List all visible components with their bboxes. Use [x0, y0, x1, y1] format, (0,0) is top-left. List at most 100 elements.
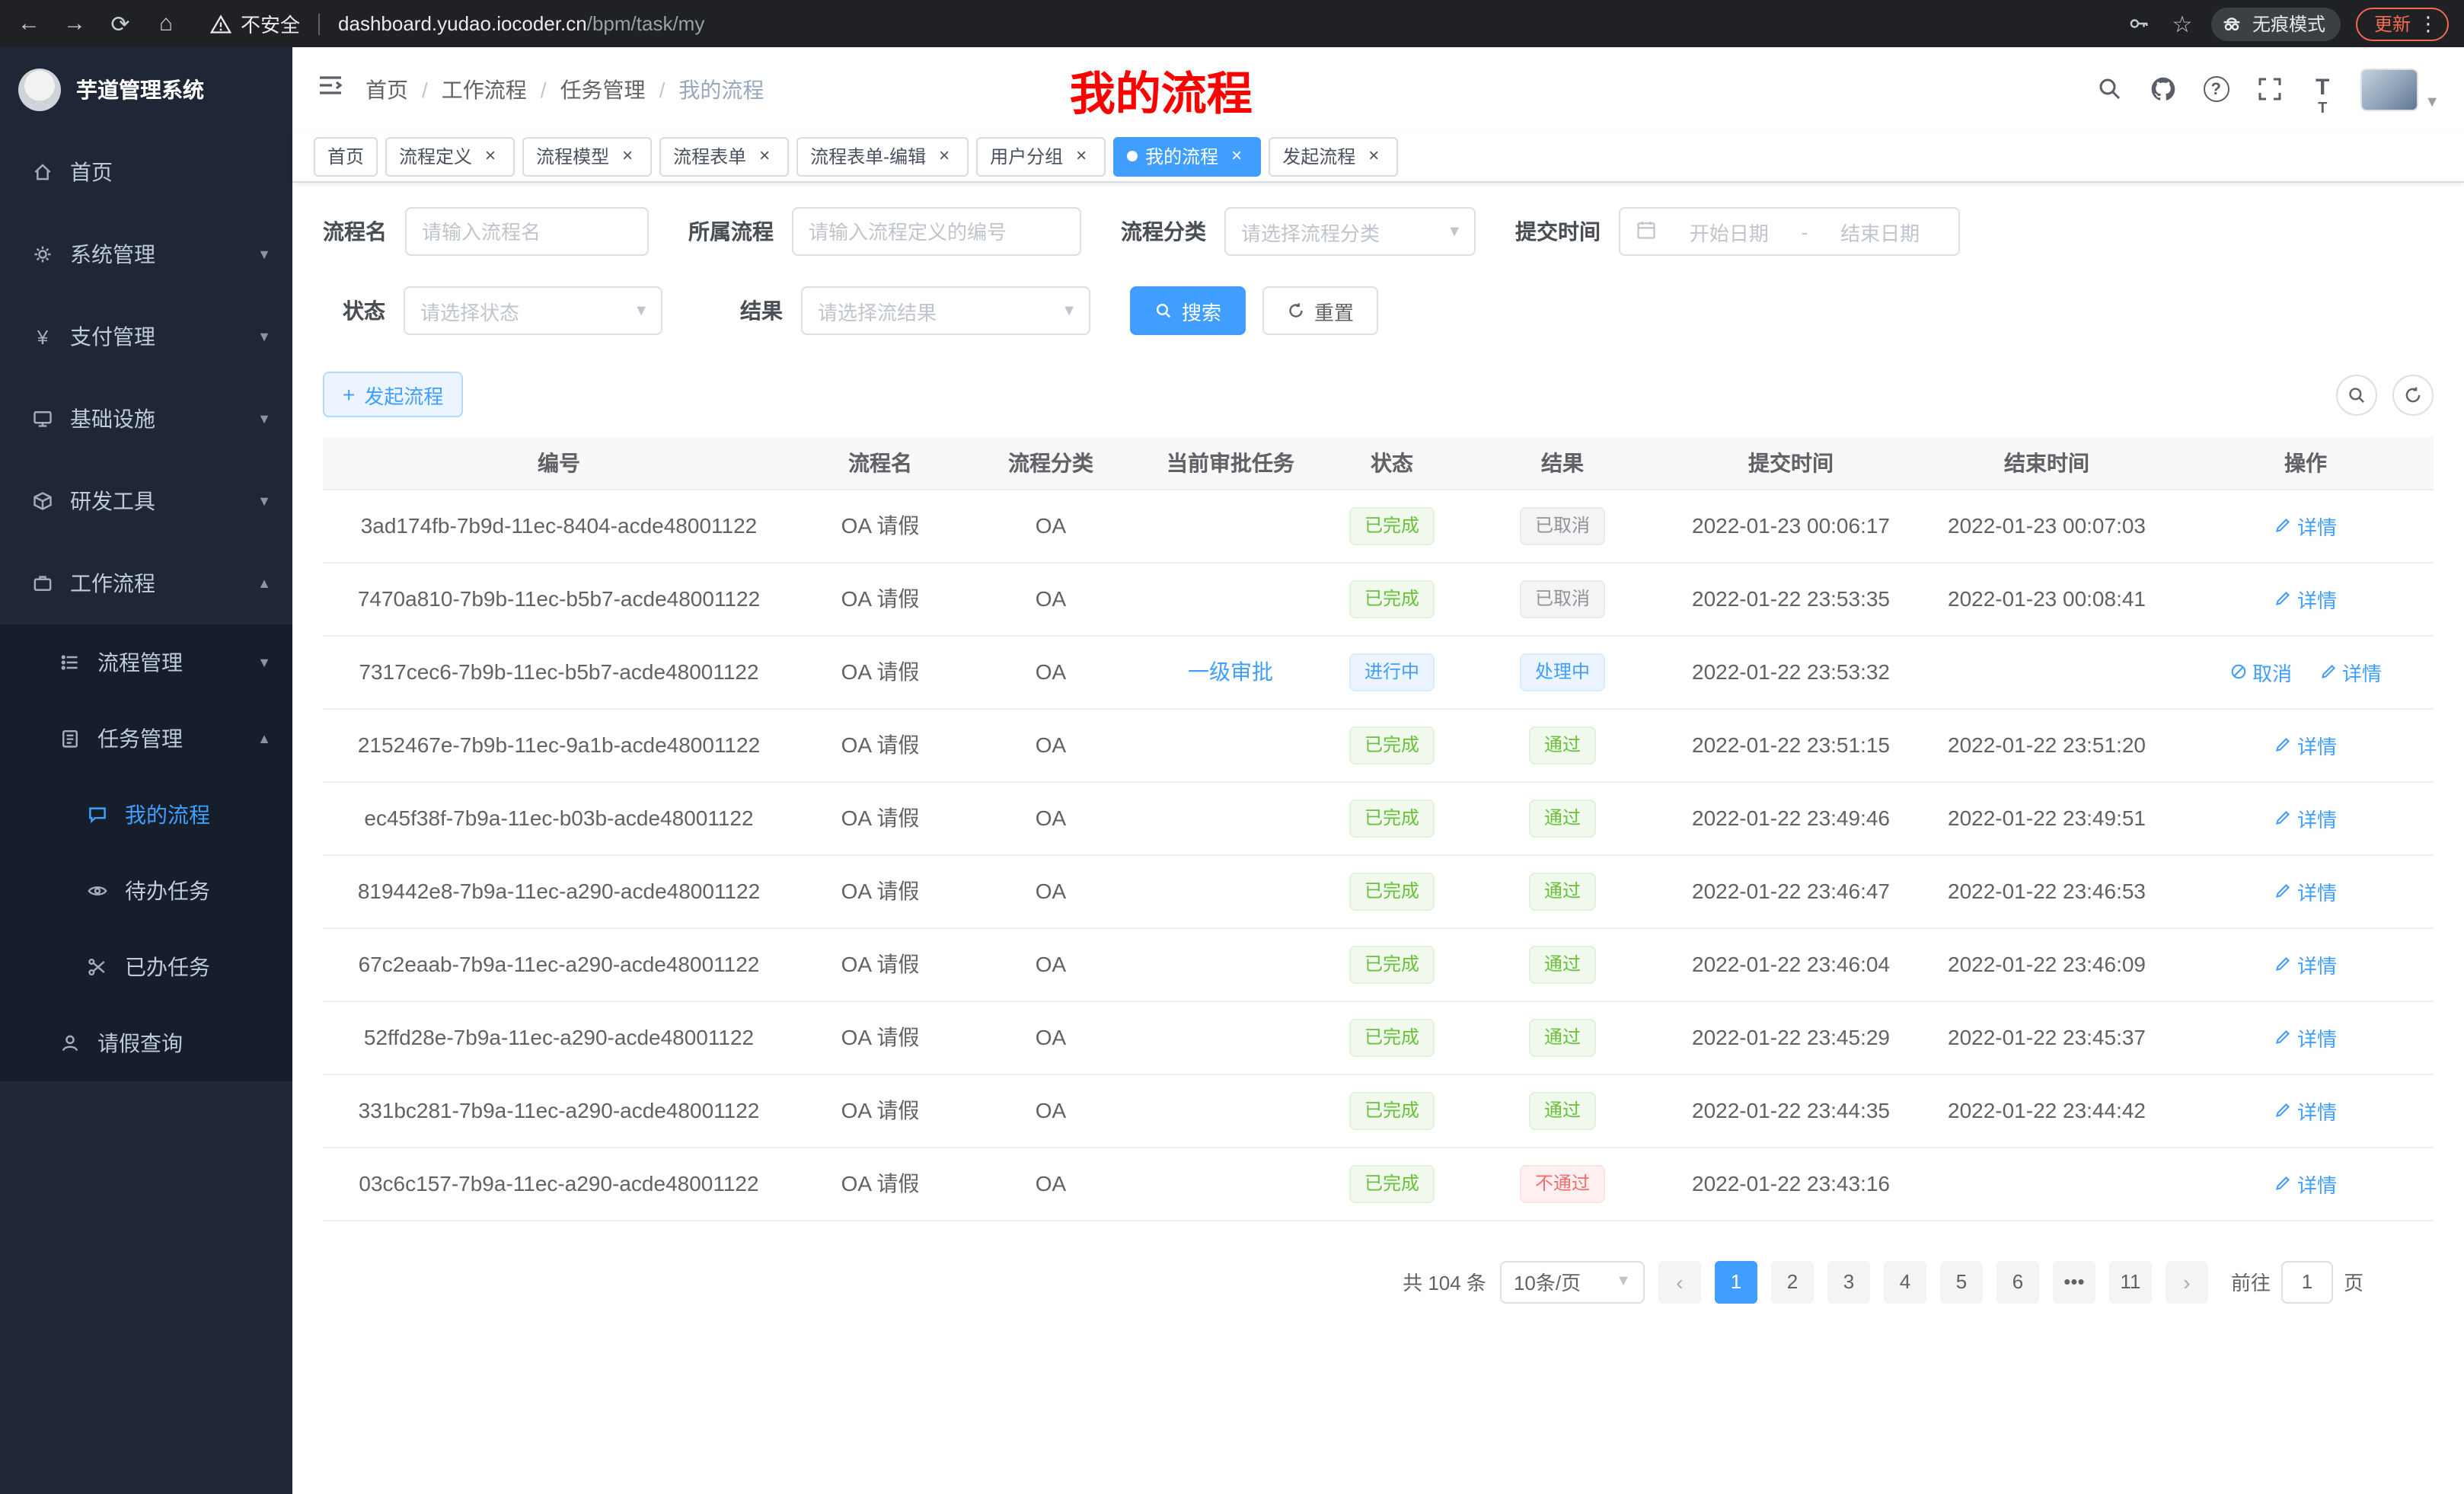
page-button-11[interactable]: 11 [2109, 1260, 2152, 1303]
detail-link[interactable]: 详情 [2274, 1096, 2337, 1125]
result-select[interactable]: 请选择流结果 ▼ [801, 286, 1090, 335]
page-ellipsis[interactable]: ••• [2053, 1260, 2095, 1303]
home-icon[interactable]: ⌂ [152, 10, 180, 37]
close-icon[interactable]: × [1363, 145, 1384, 167]
reload-icon[interactable]: ⟳ [107, 10, 134, 37]
close-icon[interactable]: × [480, 145, 501, 167]
breadcrumb-task-mgmt[interactable]: 任务管理 [560, 74, 646, 104]
detail-link[interactable]: 详情 [2274, 1023, 2337, 1052]
tab-start-process[interactable]: 发起流程× [1269, 136, 1398, 176]
detail-link[interactable]: 详情 [2274, 730, 2337, 759]
user-menu[interactable]: ▼ [2360, 68, 2440, 110]
close-icon[interactable]: × [934, 145, 955, 167]
browser-menu-icon[interactable]: ⋮ [2418, 11, 2438, 36]
forward-icon[interactable]: → [61, 10, 88, 37]
tab-process-form-edit[interactable]: 流程表单-编辑× [796, 136, 969, 176]
chevron-down-icon: ▼ [257, 655, 271, 670]
close-icon[interactable]: × [754, 145, 775, 167]
process-name-label: 流程名 [323, 216, 387, 247]
table-row[interactable]: 52ffd28e-7b9a-11ec-a290-acde48001122 OA … [323, 1001, 2434, 1074]
sidebar-item-task-mgmt[interactable]: 任务管理 ▲ [0, 701, 292, 777]
sidebar-item-system[interactable]: 系统管理 ▼ [0, 213, 292, 295]
tab-user-group[interactable]: 用户分组× [976, 136, 1106, 176]
status-select[interactable]: 请选择状态 ▼ [404, 286, 662, 335]
detail-link[interactable]: 详情 [2274, 876, 2337, 905]
status-tag: 已完成 [1349, 726, 1435, 764]
table-body: 3ad174fb-7b9d-11ec-8404-acde48001122 OA … [323, 489, 2434, 1220]
cell-category: OA [965, 1001, 1136, 1074]
table-row[interactable]: ec45f38f-7b9a-11ec-b03b-acde48001122 OA … [323, 781, 2434, 854]
page-button-2[interactable]: 2 [1771, 1260, 1814, 1303]
breadcrumb-home[interactable]: 首页 [365, 74, 408, 104]
page-button-6[interactable]: 6 [1996, 1260, 2039, 1303]
detail-link[interactable]: 详情 [2274, 803, 2337, 832]
update-button[interactable]: 更新 ⋮ [2356, 7, 2449, 40]
search-icon[interactable] [2094, 74, 2124, 104]
table-row[interactable]: 3ad174fb-7b9d-11ec-8404-acde48001122 OA … [323, 489, 2434, 562]
sidebar-item-done-tasks[interactable]: 已办任务 [0, 929, 292, 1005]
detail-link[interactable]: 详情 [2274, 584, 2337, 613]
sidebar-item-leave-query[interactable]: 请假查询 [0, 1005, 292, 1081]
next-page-button[interactable]: › [2166, 1260, 2208, 1303]
cancel-link[interactable]: 取消 [2229, 657, 2292, 686]
close-icon[interactable]: × [617, 145, 638, 167]
table-row[interactable]: 2152467e-7b9b-11ec-9a1b-acde48001122 OA … [323, 708, 2434, 781]
tab-home[interactable]: 首页 [314, 136, 378, 176]
table-row[interactable]: 03c6c157-7b9a-11ec-a290-acde48001122 OA … [323, 1147, 2434, 1220]
sidebar-item-home[interactable]: 首页 [0, 131, 292, 213]
table-row[interactable]: 67c2eaab-7b9a-11ec-a290-acde48001122 OA … [323, 927, 2434, 1001]
tab-my-process[interactable]: 我的流程× [1113, 136, 1261, 176]
font-size-icon[interactable]: TT [2307, 74, 2338, 104]
page-button-4[interactable]: 4 [1884, 1260, 1926, 1303]
detail-link[interactable]: 详情 [2274, 950, 2337, 978]
table-row[interactable]: 7470a810-7b9b-11ec-b5b7-acde48001122 OA … [323, 562, 2434, 635]
sidebar-item-devtools[interactable]: 研发工具 ▼ [0, 460, 292, 542]
help-icon[interactable]: ? [2201, 74, 2231, 104]
address-bar[interactable]: dashboard.yudao.iocoder.cn/bpm/task/my [338, 12, 704, 35]
back-icon[interactable]: ← [15, 10, 43, 37]
page-size-select[interactable]: 10条/页 ▼ [1500, 1260, 1645, 1303]
search-button[interactable]: 搜索 [1130, 286, 1246, 335]
tab-process-form[interactable]: 流程表单× [659, 136, 789, 176]
goto-page-input[interactable] [2281, 1260, 2333, 1303]
tab-process-model[interactable]: 流程模型× [522, 136, 652, 176]
category-select[interactable]: 请选择流程分类 ▼ [1224, 207, 1476, 256]
sidebar-item-todo-tasks[interactable]: 待办任务 [0, 853, 292, 929]
cell-category: OA [965, 927, 1136, 1001]
page-button-3[interactable]: 3 [1827, 1260, 1870, 1303]
github-icon[interactable] [2147, 74, 2178, 104]
bookmark-star-icon[interactable]: ☆ [2169, 10, 2196, 37]
detail-link[interactable]: 详情 [2319, 657, 2382, 686]
table-row[interactable]: 819442e8-7b9a-11ec-a290-acde48001122 OA … [323, 854, 2434, 927]
create-process-button[interactable]: + 发起流程 [323, 372, 463, 417]
prev-page-button[interactable]: ‹ [1658, 1260, 1701, 1303]
date-range-picker[interactable]: 开始日期 - 结束日期 [1619, 207, 1960, 256]
refresh-table-icon[interactable] [2392, 374, 2434, 415]
show-search-icon[interactable] [2336, 374, 2377, 415]
cell-end-time: 2022-01-22 23:45:37 [1916, 1001, 2178, 1074]
page-button-1[interactable]: 1 [1715, 1260, 1757, 1303]
sidebar-item-payment[interactable]: ¥ 支付管理 ▼ [0, 295, 292, 378]
tab-process-definition[interactable]: 流程定义× [385, 136, 515, 176]
sidebar-item-my-process[interactable]: 我的流程 [0, 777, 292, 853]
process-definition-input[interactable] [792, 207, 1081, 256]
breadcrumb-workflow[interactable]: 工作流程 [442, 74, 527, 104]
sidebar-toggle-icon[interactable] [317, 72, 344, 107]
app-logo[interactable]: 芋道管理系统 [0, 47, 292, 131]
security-indicator[interactable]: 不安全 [210, 9, 300, 38]
process-name-input[interactable] [405, 207, 649, 256]
sidebar-item-workflow[interactable]: 工作流程 ▲ [0, 542, 292, 624]
page-button-5[interactable]: 5 [1940, 1260, 1983, 1303]
reset-button[interactable]: 重置 [1262, 286, 1378, 335]
detail-link[interactable]: 详情 [2274, 1169, 2337, 1198]
sidebar-item-infra[interactable]: 基础设施 ▼ [0, 378, 292, 460]
table-row[interactable]: 7317cec6-7b9b-11ec-b5b7-acde48001122 OA … [323, 635, 2434, 708]
table-row[interactable]: 331bc281-7b9a-11ec-a290-acde48001122 OA … [323, 1074, 2434, 1147]
close-icon[interactable]: × [1071, 145, 1092, 167]
key-icon[interactable] [2126, 10, 2153, 37]
close-icon[interactable]: × [1226, 145, 1247, 167]
fullscreen-icon[interactable] [2254, 74, 2284, 104]
detail-link[interactable]: 详情 [2274, 511, 2337, 540]
task-link[interactable]: 一级审批 [1188, 659, 1273, 684]
sidebar-item-process-mgmt[interactable]: 流程管理 ▼ [0, 624, 292, 701]
